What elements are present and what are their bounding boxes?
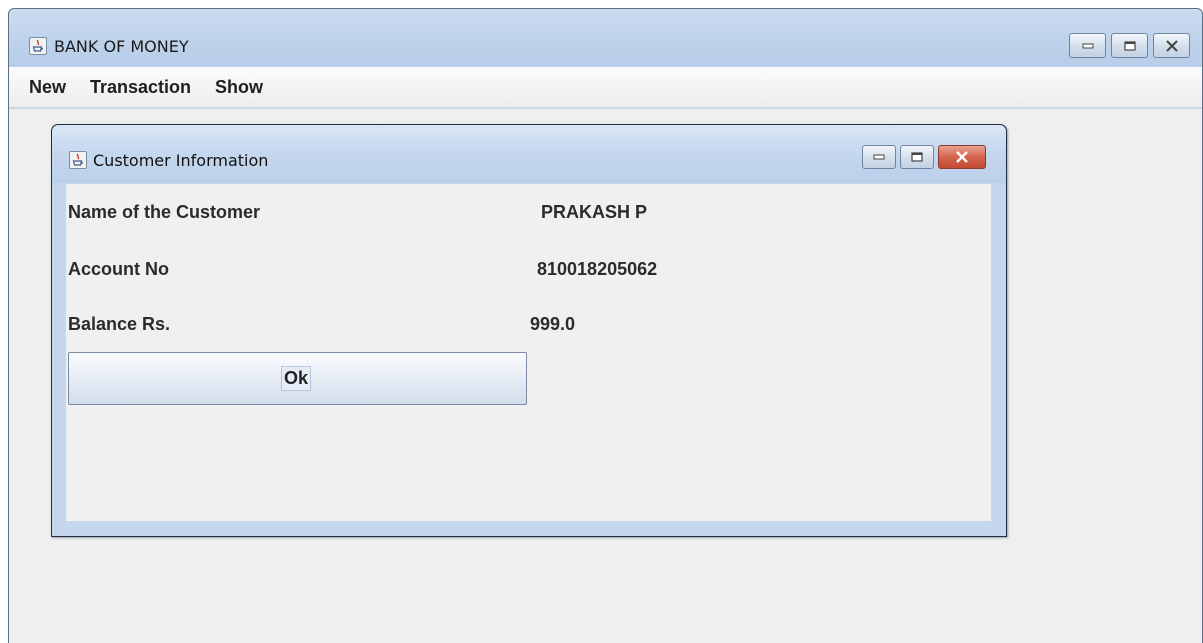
dialog-title-bar[interactable]: Customer Information (52, 125, 1006, 183)
minimize-icon (1082, 43, 1093, 48)
dialog-close-button[interactable] (938, 145, 986, 169)
menu-bar: New Transaction Show (9, 67, 1202, 108)
main-close-button[interactable] (1153, 33, 1190, 58)
main-maximize-button[interactable] (1111, 33, 1148, 58)
balance-label: Balance Rs. (68, 314, 171, 334)
maximize-icon (911, 152, 923, 162)
dialog-minimize-button[interactable] (862, 145, 896, 169)
main-window-title: BANK OF MONEY (54, 37, 189, 56)
ok-button-label: Ok (281, 366, 312, 391)
dialog-maximize-button[interactable] (900, 145, 934, 169)
dialog-content: Name of the Customer PRAKASH P Account N… (66, 184, 991, 521)
customer-name-label: Name of the Customer (68, 202, 261, 222)
dialog-title: Customer Information (93, 151, 269, 170)
main-title-bar[interactable]: BANK OF MONEY (9, 9, 1202, 71)
maximize-icon (1123, 40, 1136, 51)
menu-show[interactable]: Show (215, 77, 263, 98)
menu-new[interactable]: New (29, 77, 66, 98)
account-no-value: 810018205062 (537, 259, 658, 279)
java-cup-icon (29, 37, 47, 55)
close-icon (956, 151, 968, 163)
balance-value: 999.0 (530, 314, 576, 334)
customer-info-dialog: Customer Information Name of the Custome… (51, 124, 1007, 537)
minimize-icon (873, 154, 885, 160)
account-no-label: Account No (68, 259, 169, 279)
close-icon (1165, 39, 1178, 52)
main-minimize-button[interactable] (1069, 33, 1106, 58)
menu-transaction[interactable]: Transaction (90, 77, 191, 98)
customer-name-value: PRAKASH P (541, 202, 648, 222)
java-cup-icon (69, 151, 87, 169)
ok-button[interactable]: Ok (68, 352, 527, 405)
